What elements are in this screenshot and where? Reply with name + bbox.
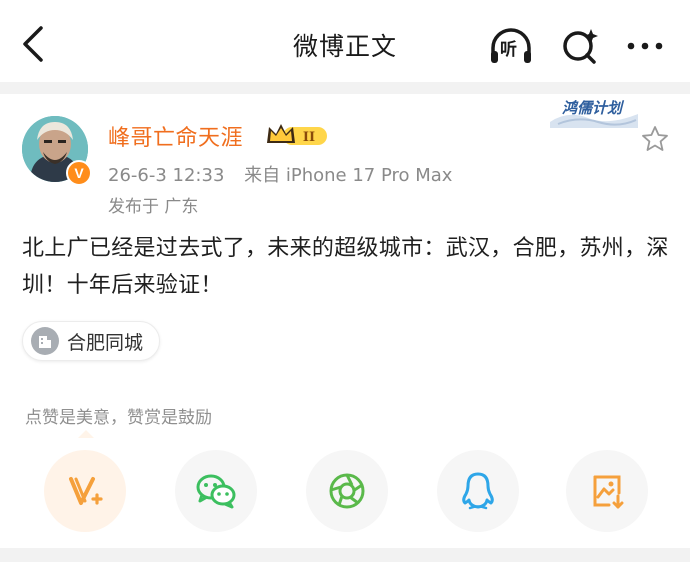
member-crown-badge-icon[interactable]: II <box>265 121 329 149</box>
member-level-text: II <box>303 130 315 145</box>
hongru-plan-text: 鸿儒计划 <box>562 99 625 117</box>
v-plus-icon <box>69 477 103 505</box>
save-image-button[interactable] <box>566 450 648 532</box>
building-icon <box>31 327 59 355</box>
author-name[interactable]: 峰哥亡命天涯 <box>108 120 243 152</box>
share-moments-button[interactable] <box>306 450 388 532</box>
post-meta: 26-6-3 12:33 来自 iPhone 17 Pro Max <box>108 161 466 187</box>
top-nav-bar: 微博正文 听 <box>0 0 690 82</box>
qq-icon <box>462 472 494 510</box>
post-location: 发布于 广东 <box>108 197 199 217</box>
share-wechat-button[interactable] <box>175 450 257 532</box>
verified-badge-icon: V <box>66 160 92 186</box>
save-image-icon <box>593 475 624 509</box>
search-sparkle-icon[interactable] <box>558 24 604 70</box>
post-source: 来自 iPhone 17 Pro Max <box>244 165 453 186</box>
moments-icon <box>329 473 365 509</box>
wechat-icon <box>196 474 236 509</box>
more-options-icon[interactable] <box>622 24 668 70</box>
bottom-divider <box>0 548 690 562</box>
reward-pointer <box>78 430 94 438</box>
share-qq-button[interactable] <box>437 450 519 532</box>
topic-label: 合肥同城 <box>67 331 144 354</box>
post-content: 北上广已经是过去式了，未来的超级城市：武汉，合肥，苏州，深圳！十年后来验证！ <box>22 236 669 298</box>
hongru-plan-badge[interactable]: 鸿儒计划 <box>548 92 640 130</box>
favorite-star-icon[interactable] <box>640 124 670 154</box>
listen-label: 听 <box>500 40 517 60</box>
post-date: 26-6-3 12:33 <box>108 165 225 186</box>
reward-hint-text: 点赞是美意，赞赏是鼓励 <box>25 408 212 428</box>
reward-v-plus-button[interactable] <box>44 450 126 532</box>
topic-chip[interactable]: 合肥同城 <box>22 321 161 361</box>
